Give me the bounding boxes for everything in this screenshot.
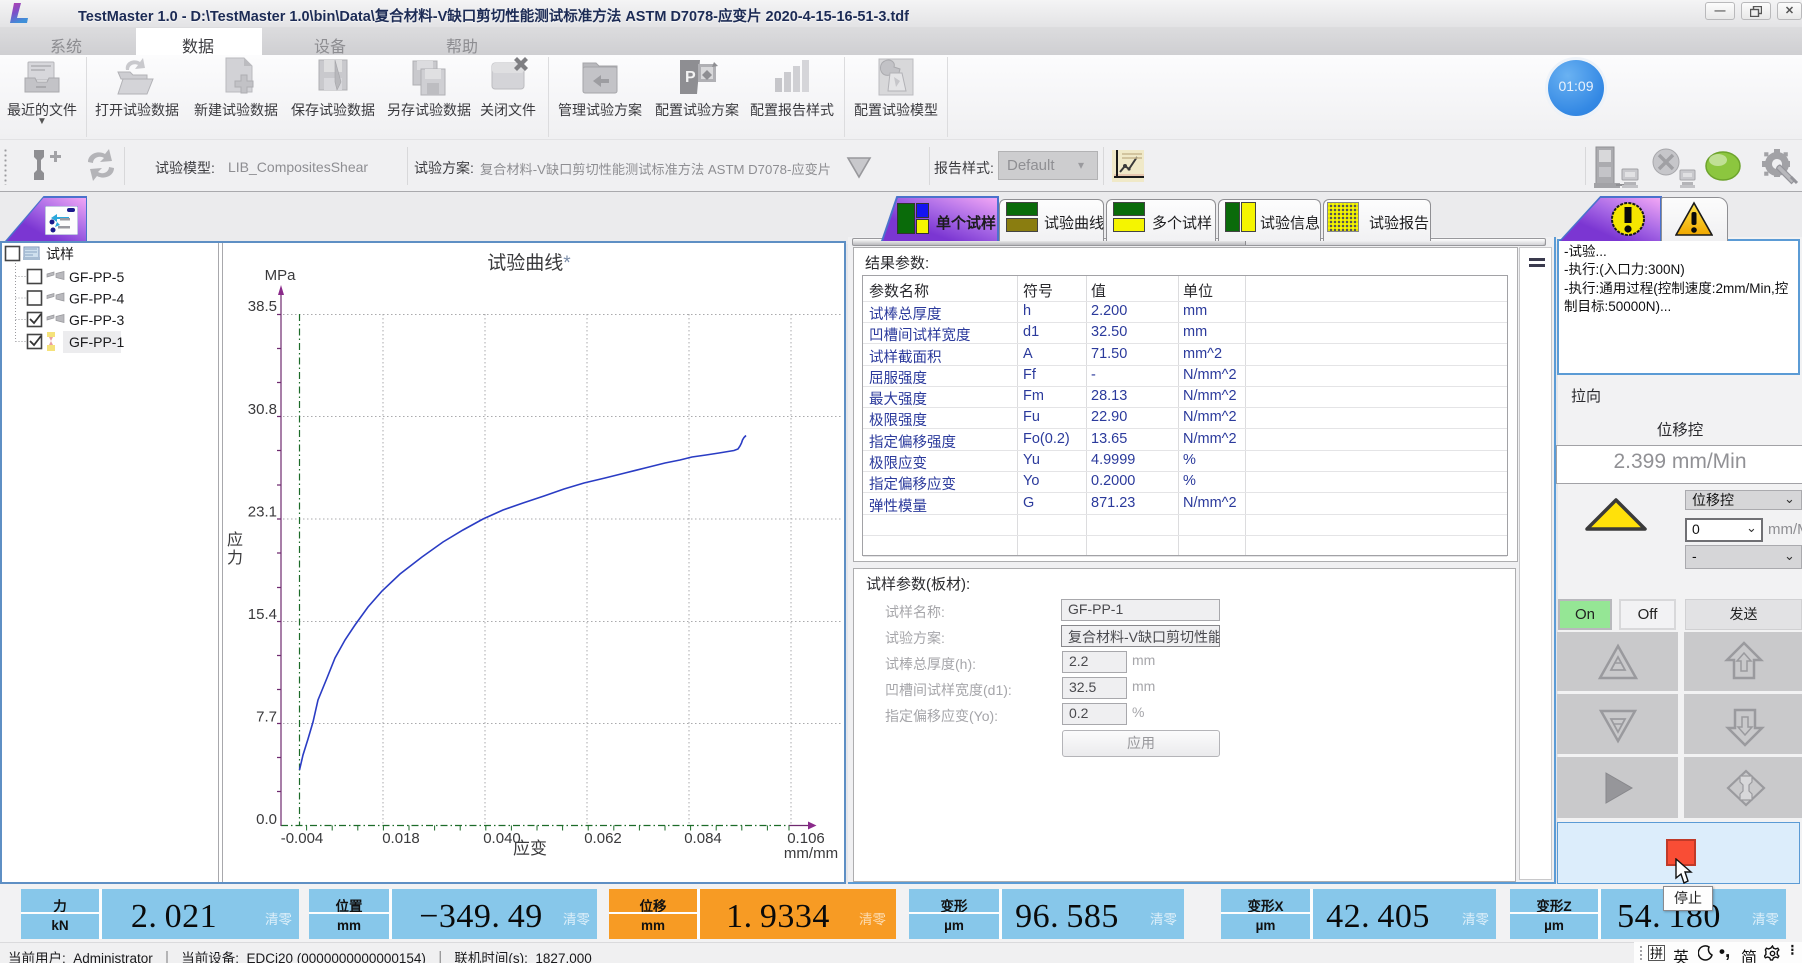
svg-text:GF-PP-5: GF-PP-5 [69, 269, 124, 285]
svg-text:试验曲线*: 试验曲线* [487, 252, 571, 274]
svg-text:试样: 试样 [46, 246, 74, 262]
svg-text:P: P [685, 69, 696, 86]
svg-text:应: 应 [227, 530, 243, 549]
svg-text:38.5: 38.5 [248, 298, 277, 315]
svg-text:30.8: 30.8 [248, 401, 277, 418]
svg-text:15.4: 15.4 [248, 606, 277, 623]
svg-text:23.1: 23.1 [248, 504, 277, 521]
svg-text:应变: 应变 [513, 839, 547, 858]
svg-text:力: 力 [227, 549, 243, 567]
svg-text:GF-PP-3: GF-PP-3 [69, 312, 124, 328]
svg-text:mm/mm: mm/mm [784, 845, 838, 862]
svg-text:0.062: 0.062 [584, 830, 622, 847]
svg-text:0.018: 0.018 [382, 830, 420, 847]
svg-text:-0.004: -0.004 [281, 830, 324, 847]
svg-text:GF-PP-4: GF-PP-4 [69, 291, 124, 307]
svg-text:0.084: 0.084 [684, 830, 722, 847]
svg-text:MPa: MPa [265, 267, 297, 284]
svg-text:7.7: 7.7 [256, 709, 277, 726]
svg-text:0.0: 0.0 [256, 811, 277, 828]
svg-text:GF-PP-1: GF-PP-1 [69, 334, 124, 350]
